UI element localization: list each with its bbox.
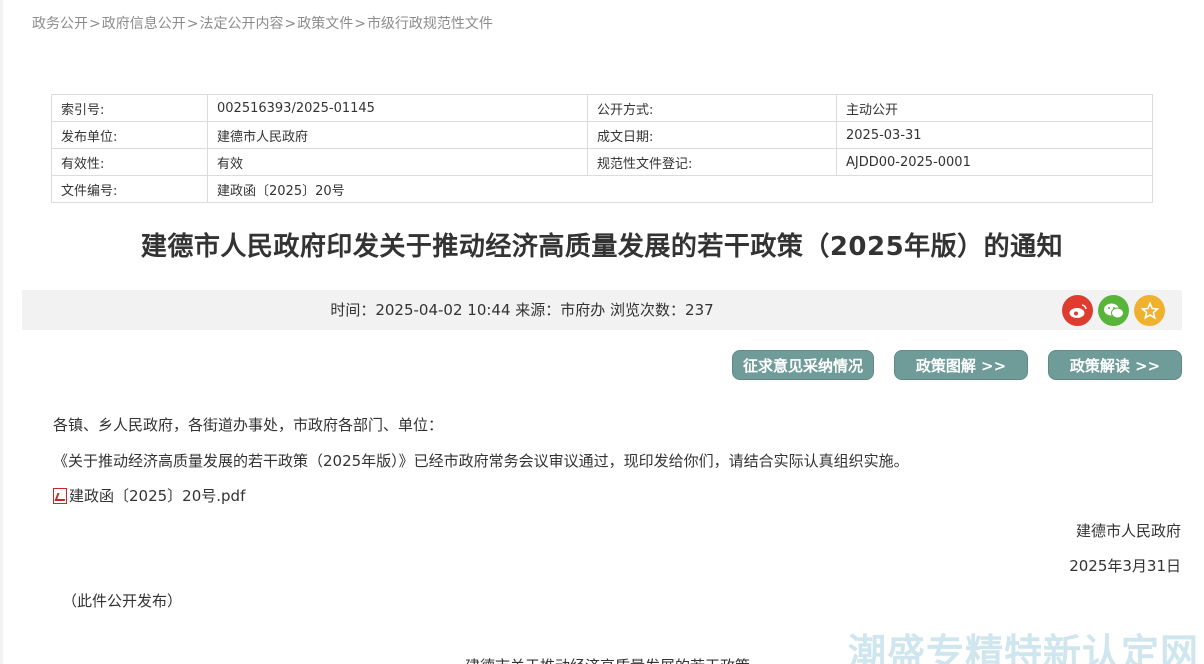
index-label: 索引号: [51,94,208,122]
salutation: 各镇、乡人民政府，各街道办事处，市政府各部门、单位： [53,416,444,434]
publisher-value: 建德市人民政府 [207,121,588,149]
breadcrumb-item-gov-info[interactable]: 政府信息公开 [102,16,186,32]
index-value: 002516393/2025-01145 [207,94,588,122]
weibo-glyph [1069,303,1087,318]
open-mode-value: 主动公开 [836,94,1153,122]
breadcrumb-separator: > [284,16,297,32]
site-watermark: 潮盛专精特新认定网 [848,631,1200,664]
weibo-icon[interactable] [1062,295,1093,326]
validity-value: 有效 [207,148,588,176]
page-title: 建德市人民政府印发关于推动经济高质量发展的若干政策（2025年版）的通知 [140,232,1064,262]
date-label: 成文日期: [587,121,837,149]
favorite-icon[interactable] [1134,295,1165,326]
feedback-adoption-button[interactable]: 征求意见采纳情况 [732,350,874,380]
breadcrumb-separator: > [89,16,101,32]
registration-value: AJDD00-2025-0001 [836,148,1153,176]
publication-note: （此件公开发布） [62,592,183,610]
breadcrumb-item-gov-affairs[interactable]: 政务公开 [32,16,88,32]
appendix-title: 建德市关于推动经济高质量发展的若干政策 [465,655,750,664]
pdf-attachment-link[interactable]: 建政函〔2025〕20号.pdf [53,485,245,506]
breadcrumb-separator: > [186,16,199,32]
sign-date: 2025年3月31日 [1069,557,1181,575]
breadcrumb-item-normative-docs[interactable]: 市级行政规范性文件 [367,16,493,32]
registration-label: 规范性文件登记: [587,148,837,176]
date-value: 2025-03-31 [836,121,1153,149]
breadcrumb-item-policy-docs[interactable]: 政策文件 [297,16,353,32]
publisher-label: 发布单位: [51,121,208,149]
policy-graphic-button[interactable]: 政策图解 >> [894,350,1028,380]
attachment-filename: 建政函〔2025〕20号.pdf [69,487,246,505]
breadcrumb-separator: > [354,16,366,32]
pdf-icon [53,487,67,504]
wechat-glyph [1103,303,1124,318]
breadcrumb-item-statutory[interactable]: 法定公开内容 [199,16,283,32]
doc-number-label: 文件编号: [51,175,208,203]
validity-label: 有效性: [51,148,208,176]
page-left-border [0,0,3,664]
document-meta-table: 索引号: 002516393/2025-01145 公开方式: 主动公开 发布单… [51,94,1153,203]
doc-number-value: 建政函〔2025〕20号 [207,175,1153,203]
star-glyph [1140,301,1159,319]
table-row: 有效性: 有效 规范性文件登记: AJDD00-2025-0001 [51,148,1153,176]
signer: 建德市人民政府 [1075,522,1181,540]
open-mode-label: 公开方式: [587,94,837,122]
wechat-icon[interactable] [1098,295,1129,326]
policy-interpretation-button[interactable]: 政策解读 >> [1048,350,1182,380]
article-info-bar: 时间：2025-04-02 10:44 来源：市府办 浏览次数：237 [22,290,1182,330]
article-info-text: 时间：2025-04-02 10:44 来源：市府办 浏览次数：237 [330,301,714,319]
table-row: 索引号: 002516393/2025-01145 公开方式: 主动公开 [51,94,1153,122]
table-row: 文件编号: 建政函〔2025〕20号 [51,175,1153,203]
breadcrumb: 政务公开>政府信息公开>法定公开内容>政策文件>市级行政规范性文件 [32,13,493,33]
table-row: 发布单位: 建德市人民政府 成文日期: 2025-03-31 [51,121,1153,149]
body-paragraph: 《关于推动经济高质量发展的若干政策（2025年版）》已经市政府常务会议审议通过，… [53,452,909,470]
